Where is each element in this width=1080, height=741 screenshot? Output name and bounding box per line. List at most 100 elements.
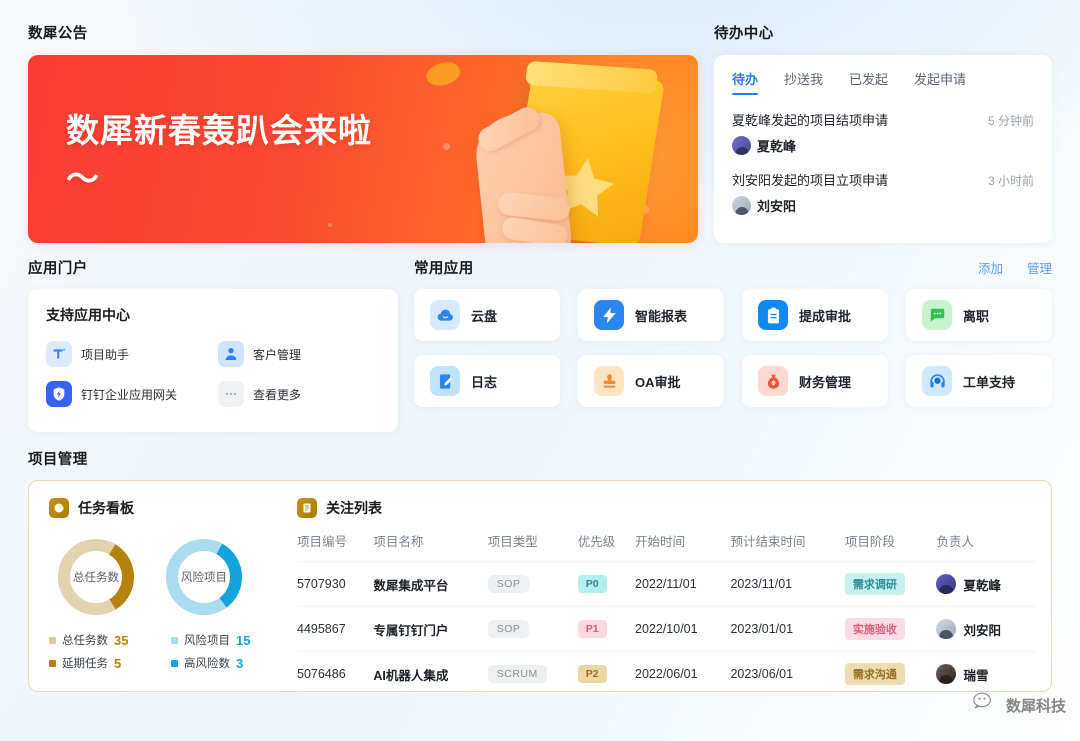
task-board-donuts: 总任务数 风险项目 xyxy=(49,534,289,620)
app-label: 提成审批 xyxy=(799,308,852,324)
app-label: 云盘 xyxy=(471,308,498,324)
legend-label: 总任务数 xyxy=(62,635,108,647)
common-apps-links: 添加 管理 xyxy=(978,258,1052,277)
add-button[interactable]: 添加 xyxy=(978,258,1003,277)
todo-item-username: 夏乾峰 xyxy=(757,139,797,154)
mid-row: 应用门户 支持应用中心 项目助手 客户管理 钉钉企业应用网关 查看更多 常用应用… xyxy=(0,243,1080,432)
cell-stage: 实施验收 xyxy=(844,606,937,652)
project-management-card: 任务看板 总任务数 风险项目 总任务数 35 风险项目 15 延期任务 5 高风… xyxy=(28,480,1052,692)
tab-todo[interactable]: 待办 xyxy=(732,69,759,95)
cell-start-time: 2022/10/01 xyxy=(635,606,731,652)
legend-value: 3 xyxy=(236,655,244,671)
watch-list-panel: 关注列表 项目编号 项目名称 项目类型 优先级 开始时间 预计结束时间 项目阶段… xyxy=(289,481,1051,691)
watch-list-header: 关注列表 xyxy=(297,498,1035,518)
cell-owner: 瑞雪 xyxy=(936,651,1035,691)
money-bag-icon xyxy=(758,366,788,396)
table-row[interactable]: 4495867 专属钉钉门户 SOP P1 2022/10/01 2023/01… xyxy=(297,606,1035,652)
col-start-time: 开始时间 xyxy=(635,535,686,549)
app-card-cloud-disk[interactable]: 云盘 xyxy=(414,289,560,341)
clipboard-icon xyxy=(758,300,788,330)
todo-list-item[interactable]: 夏乾峰发起的项目结项申请 5 分钟前 夏乾峰 xyxy=(732,110,1034,155)
cell-end-time: 2023/11/01 xyxy=(730,561,845,607)
task-board-legend: 总任务数 35 风险项目 15 延期任务 5 高风险数 3 xyxy=(49,632,289,671)
priority-badge: P1 xyxy=(577,620,607,638)
cell-project-id: 5076486 xyxy=(297,651,374,691)
table-row[interactable]: 5076486 AI机器人集成 SCRUM P2 2022/06/01 2023… xyxy=(297,651,1035,691)
manage-button[interactable]: 管理 xyxy=(1027,258,1052,277)
avatar xyxy=(936,664,957,684)
col-priority: 优先级 xyxy=(577,535,616,549)
legend-dot xyxy=(49,636,56,644)
cell-start-time: 2022/11/01 xyxy=(635,561,731,607)
cell-project-type: SOP xyxy=(487,561,578,607)
tab-new-request[interactable]: 发起申请 xyxy=(914,69,966,95)
todo-section: 待办中心 待办 抄送我 已发起 发起申请 夏乾峰发起的项目结项申请 5 分钟前 … xyxy=(714,22,1052,243)
portal-item-label: 项目助手 xyxy=(81,347,130,362)
portal-item-dingtalk-gateway[interactable]: 钉钉企业应用网关 xyxy=(46,381,208,407)
banner-confetti-dot xyxy=(443,143,450,150)
portal-item-view-more[interactable]: 查看更多 xyxy=(218,381,380,407)
portal-item-label: 客户管理 xyxy=(253,347,302,362)
portal-card-title: 支持应用中心 xyxy=(46,307,130,323)
announcement-section: 数犀公告 数犀新春轰趴会来啦～ xyxy=(28,22,698,243)
app-card-ticket-support[interactable]: 工单支持 xyxy=(906,355,1052,407)
task-board-panel: 任务看板 总任务数 风险项目 总任务数 35 风险项目 15 延期任务 5 高风… xyxy=(29,481,289,691)
announcement-banner[interactable]: 数犀新春轰趴会来啦～ xyxy=(28,55,698,243)
portal-item-project-assistant[interactable]: 项目助手 xyxy=(46,341,208,367)
todo-item-time: 5 分钟前 xyxy=(987,114,1034,128)
app-card-log[interactable]: 日志 xyxy=(414,355,560,407)
app-label: 智能报表 xyxy=(635,308,688,324)
task-board-title: 任务看板 xyxy=(78,500,134,516)
todo-tabs: 待办 抄送我 已发起 发起申请 xyxy=(732,69,1034,95)
watch-list-table: 项目编号 项目名称 项目类型 优先级 开始时间 预计结束时间 项目阶段 负责人 … xyxy=(297,531,1035,691)
cell-project-name: 数犀集成平台 xyxy=(373,561,488,607)
app-card-oa-approval[interactable]: OA审批 xyxy=(578,355,724,407)
legend-label: 高风险数 xyxy=(184,658,230,670)
project-management-title: 项目管理 xyxy=(28,452,88,468)
col-project-id: 项目编号 xyxy=(297,535,348,549)
todo-card: 待办 抄送我 已发起 发起申请 夏乾峰发起的项目结项申请 5 分钟前 夏乾峰 刘… xyxy=(714,55,1052,243)
legend-item-risk-projects: 风险项目 15 xyxy=(171,632,267,648)
todo-item-header: 刘安阳发起的项目立项申请 3 小时前 xyxy=(732,170,1034,189)
customer-management-icon xyxy=(218,341,244,367)
todo-list-item[interactable]: 刘安阳发起的项目立项申请 3 小时前 刘安阳 xyxy=(732,170,1034,215)
lightning-report-icon xyxy=(594,300,624,330)
cell-start-time: 2022/06/01 xyxy=(635,651,731,691)
cell-project-type: SCRUM xyxy=(487,651,578,691)
legend-row: 延期任务 5 高风险数 3 xyxy=(49,655,289,671)
todo-title: 待办中心 xyxy=(714,26,774,42)
app-card-smart-report[interactable]: 智能报表 xyxy=(578,289,724,341)
owner-name: 刘安阳 xyxy=(963,623,1001,638)
announcement-title: 数犀公告 xyxy=(28,26,88,42)
project-management-section: 项目管理 任务看板 总任务数 风险项目 总任务数 35 风险项目 15 延期任务… xyxy=(0,432,1080,692)
cell-project-name: AI机器人集成 xyxy=(373,651,488,691)
legend-value: 35 xyxy=(114,632,129,648)
status-badge: 实施验收 xyxy=(844,618,905,640)
app-card-finance[interactable]: 财务管理 xyxy=(742,355,888,407)
col-owner: 负责人 xyxy=(936,535,974,549)
col-end-time: 预计结束时间 xyxy=(730,535,806,549)
app-card-resignation[interactable]: 离职 xyxy=(906,289,1052,341)
table-row[interactable]: 5707930 数犀集成平台 SOP P0 2022/11/01 2023/11… xyxy=(297,561,1035,607)
col-stage: 项目阶段 xyxy=(844,535,895,549)
tab-cc-me[interactable]: 抄送我 xyxy=(784,69,823,95)
portal-item-customer-management[interactable]: 客户管理 xyxy=(218,341,380,367)
todo-item-user: 夏乾峰 xyxy=(732,136,1034,155)
avatar xyxy=(732,136,751,155)
avatar xyxy=(732,196,751,215)
legend-item-delayed-tasks: 延期任务 5 xyxy=(49,655,145,671)
stamp-icon xyxy=(594,366,624,396)
priority-badge: P0 xyxy=(577,575,607,593)
cell-end-time: 2023/06/01 xyxy=(730,651,845,691)
app-card-commission-approval[interactable]: 提成审批 xyxy=(742,289,888,341)
top-row: 数犀公告 数犀新春轰趴会来啦～ 待办中心 待办 抄送我 已发起 发起申请 夏乾峰… xyxy=(0,0,1080,243)
legend-dot xyxy=(49,659,56,667)
tab-initiated[interactable]: 已发起 xyxy=(849,69,888,95)
common-apps-grid: 云盘 智能报表 提成审批 离职 日志 OA审批 财务管理 工单支持 xyxy=(414,289,1052,407)
legend-label: 风险项目 xyxy=(184,635,230,647)
status-badge: 需求沟通 xyxy=(844,663,905,685)
task-board-header: 任务看板 xyxy=(49,498,289,518)
type-badge: SCRUM xyxy=(487,665,547,683)
cell-priority: P1 xyxy=(577,606,636,652)
donut-chart-risk-projects: 风险项目 xyxy=(161,534,247,620)
